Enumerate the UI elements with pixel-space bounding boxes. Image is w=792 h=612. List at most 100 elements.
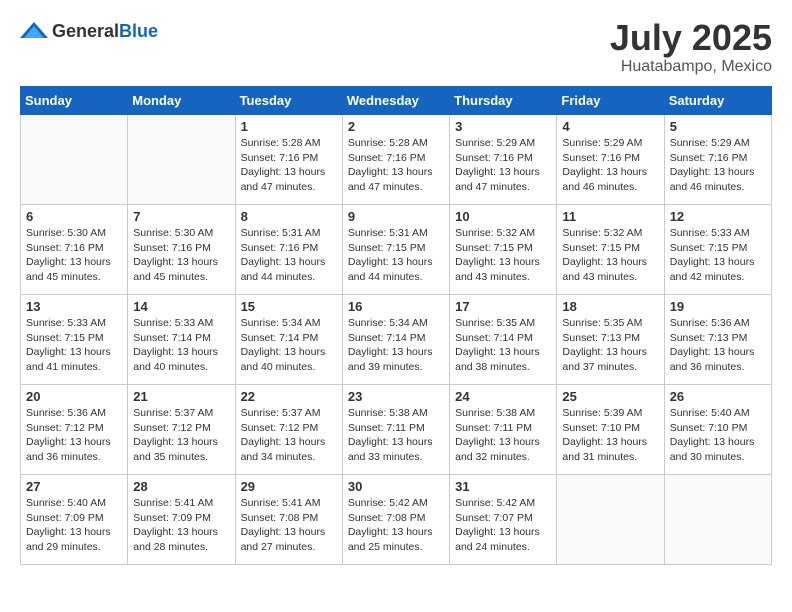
weekday-header-sunday: Sunday xyxy=(21,87,128,115)
day-info: Sunrise: 5:33 AM Sunset: 7:14 PM Dayligh… xyxy=(133,316,229,375)
calendar-cell: 26 Sunrise: 5:40 AM Sunset: 7:10 PM Dayli… xyxy=(664,385,771,475)
day-number: 13 xyxy=(26,299,122,314)
day-info: Sunrise: 5:41 AM Sunset: 7:08 PM Dayligh… xyxy=(241,496,337,555)
day-number: 6 xyxy=(26,209,122,224)
calendar-cell: 11Sunrise: 5:32 AM Sunset: 7:15 PM Dayli… xyxy=(557,205,664,295)
calendar-cell: 15Sunrise: 5:34 AM Sunset: 7:14 PM Dayli… xyxy=(235,295,342,385)
day-info: Sunrise: 5:31 AM Sunset: 7:16 PM Dayligh… xyxy=(241,226,337,285)
day-number: 17 xyxy=(455,299,551,314)
day-number: 8 xyxy=(241,209,337,224)
day-info: Sunrise: 5:35 AM Sunset: 7:13 PM Dayligh… xyxy=(562,316,658,375)
weekday-header-tuesday: Tuesday xyxy=(235,87,342,115)
day-number: 12 xyxy=(670,209,766,224)
calendar-cell: 30 Sunrise: 5:42 AM Sunset: 7:08 PM Dayli… xyxy=(342,475,449,565)
day-number: 28 xyxy=(133,479,229,494)
calendar-cell: 16 Sunrise: 5:34 AM Sunset: 7:14 PM Dayli… xyxy=(342,295,449,385)
day-number: 5 xyxy=(670,119,766,134)
week-row-5: 27 Sunrise: 5:40 AM Sunset: 7:09 PM Dayli… xyxy=(21,475,772,565)
week-row-2: 6 Sunrise: 5:30 AM Sunset: 7:16 PM Daylig… xyxy=(21,205,772,295)
day-info: Sunrise: 5:38 AM Sunset: 7:11 PM Dayligh… xyxy=(455,406,551,465)
calendar-cell xyxy=(557,475,664,565)
day-info: Sunrise: 5:34 AM Sunset: 7:14 PM Dayligh… xyxy=(241,316,337,375)
calendar-cell: 23 Sunrise: 5:38 AM Sunset: 7:11 PM Dayli… xyxy=(342,385,449,475)
calendar-cell: 7 Sunrise: 5:30 AM Sunset: 7:16 PM Daylig… xyxy=(128,205,235,295)
calendar-cell: 21 Sunrise: 5:37 AM Sunset: 7:12 PM Dayli… xyxy=(128,385,235,475)
calendar-cell: 2 Sunrise: 5:28 AM Sunset: 7:16 PM Daylig… xyxy=(342,115,449,205)
day-info: Sunrise: 5:38 AM Sunset: 7:11 PM Dayligh… xyxy=(348,406,444,465)
weekday-header-friday: Friday xyxy=(557,87,664,115)
weekday-header-monday: Monday xyxy=(128,87,235,115)
weekday-header-saturday: Saturday xyxy=(664,87,771,115)
calendar-cell: 3Sunrise: 5:29 AM Sunset: 7:16 PM Daylig… xyxy=(450,115,557,205)
calendar-cell: 31 Sunrise: 5:42 AM Sunset: 7:07 PM Dayli… xyxy=(450,475,557,565)
day-number: 20 xyxy=(26,389,122,404)
day-info: Sunrise: 5:30 AM Sunset: 7:16 PM Dayligh… xyxy=(133,226,229,285)
day-number: 9 xyxy=(348,209,444,224)
day-info: Sunrise: 5:34 AM Sunset: 7:14 PM Dayligh… xyxy=(348,316,444,375)
day-number: 26 xyxy=(670,389,766,404)
day-info: Sunrise: 5:33 AM Sunset: 7:15 PM Dayligh… xyxy=(670,226,766,285)
weekday-header-row: SundayMondayTuesdayWednesdayThursdayFrid… xyxy=(21,87,772,115)
day-number: 27 xyxy=(26,479,122,494)
day-info: Sunrise: 5:28 AM Sunset: 7:16 PM Dayligh… xyxy=(348,136,444,195)
day-info: Sunrise: 5:29 AM Sunset: 7:16 PM Dayligh… xyxy=(670,136,766,195)
day-number: 31 xyxy=(455,479,551,494)
day-number: 19 xyxy=(670,299,766,314)
calendar-cell: 29 Sunrise: 5:41 AM Sunset: 7:08 PM Dayli… xyxy=(235,475,342,565)
day-info: Sunrise: 5:40 AM Sunset: 7:10 PM Dayligh… xyxy=(670,406,766,465)
day-info: Sunrise: 5:29 AM Sunset: 7:16 PM Dayligh… xyxy=(562,136,658,195)
calendar-cell xyxy=(128,115,235,205)
day-number: 7 xyxy=(133,209,229,224)
title-area: July 2025 Huatabampo, Mexico xyxy=(610,20,772,76)
day-info: Sunrise: 5:41 AM Sunset: 7:09 PM Dayligh… xyxy=(133,496,229,555)
logo-text-blue: Blue xyxy=(119,21,158,41)
day-number: 25 xyxy=(562,389,658,404)
day-info: Sunrise: 5:36 AM Sunset: 7:12 PM Dayligh… xyxy=(26,406,122,465)
week-row-3: 13Sunrise: 5:33 AM Sunset: 7:15 PM Dayli… xyxy=(21,295,772,385)
calendar-cell: 19 Sunrise: 5:36 AM Sunset: 7:13 PM Dayli… xyxy=(664,295,771,385)
day-number: 2 xyxy=(348,119,444,134)
day-number: 14 xyxy=(133,299,229,314)
day-number: 1 xyxy=(241,119,337,134)
day-number: 4 xyxy=(562,119,658,134)
day-info: Sunrise: 5:37 AM Sunset: 7:12 PM Dayligh… xyxy=(241,406,337,465)
day-info: Sunrise: 5:30 AM Sunset: 7:16 PM Dayligh… xyxy=(26,226,122,285)
calendar-cell: 4 Sunrise: 5:29 AM Sunset: 7:16 PM Daylig… xyxy=(557,115,664,205)
calendar-cell: 9 Sunrise: 5:31 AM Sunset: 7:15 PM Daylig… xyxy=(342,205,449,295)
day-number: 29 xyxy=(241,479,337,494)
day-number: 30 xyxy=(348,479,444,494)
calendar-table: SundayMondayTuesdayWednesdayThursdayFrid… xyxy=(20,86,772,565)
logo-icon xyxy=(20,20,48,42)
calendar-cell xyxy=(21,115,128,205)
day-number: 24 xyxy=(455,389,551,404)
calendar-cell: 8 Sunrise: 5:31 AM Sunset: 7:16 PM Daylig… xyxy=(235,205,342,295)
month-title: July 2025 xyxy=(610,20,772,56)
day-number: 23 xyxy=(348,389,444,404)
day-number: 16 xyxy=(348,299,444,314)
calendar-cell: 25Sunrise: 5:39 AM Sunset: 7:10 PM Dayli… xyxy=(557,385,664,475)
calendar-cell: 13Sunrise: 5:33 AM Sunset: 7:15 PM Dayli… xyxy=(21,295,128,385)
day-info: Sunrise: 5:36 AM Sunset: 7:13 PM Dayligh… xyxy=(670,316,766,375)
day-number: 22 xyxy=(241,389,337,404)
calendar-cell: 18 Sunrise: 5:35 AM Sunset: 7:13 PM Dayli… xyxy=(557,295,664,385)
calendar-cell: 5 Sunrise: 5:29 AM Sunset: 7:16 PM Daylig… xyxy=(664,115,771,205)
location-title: Huatabampo, Mexico xyxy=(610,58,772,76)
header: GeneralBlue July 2025 Huatabampo, Mexico xyxy=(20,20,772,76)
day-number: 18 xyxy=(562,299,658,314)
calendar-cell: 6 Sunrise: 5:30 AM Sunset: 7:16 PM Daylig… xyxy=(21,205,128,295)
day-info: Sunrise: 5:35 AM Sunset: 7:14 PM Dayligh… xyxy=(455,316,551,375)
day-info: Sunrise: 5:29 AM Sunset: 7:16 PM Dayligh… xyxy=(455,136,551,195)
day-info: Sunrise: 5:31 AM Sunset: 7:15 PM Dayligh… xyxy=(348,226,444,285)
day-info: Sunrise: 5:42 AM Sunset: 7:08 PM Dayligh… xyxy=(348,496,444,555)
calendar-cell: 1Sunrise: 5:28 AM Sunset: 7:16 PM Daylig… xyxy=(235,115,342,205)
day-info: Sunrise: 5:37 AM Sunset: 7:12 PM Dayligh… xyxy=(133,406,229,465)
day-number: 21 xyxy=(133,389,229,404)
calendar-cell: 24 Sunrise: 5:38 AM Sunset: 7:11 PM Dayli… xyxy=(450,385,557,475)
day-info: Sunrise: 5:40 AM Sunset: 7:09 PM Dayligh… xyxy=(26,496,122,555)
logo-text-general: General xyxy=(52,21,119,41)
day-info: Sunrise: 5:42 AM Sunset: 7:07 PM Dayligh… xyxy=(455,496,551,555)
calendar-cell: 17 Sunrise: 5:35 AM Sunset: 7:14 PM Dayli… xyxy=(450,295,557,385)
day-info: Sunrise: 5:32 AM Sunset: 7:15 PM Dayligh… xyxy=(562,226,658,285)
calendar-cell: 10Sunrise: 5:32 AM Sunset: 7:15 PM Dayli… xyxy=(450,205,557,295)
calendar-cell: 28 Sunrise: 5:41 AM Sunset: 7:09 PM Dayli… xyxy=(128,475,235,565)
